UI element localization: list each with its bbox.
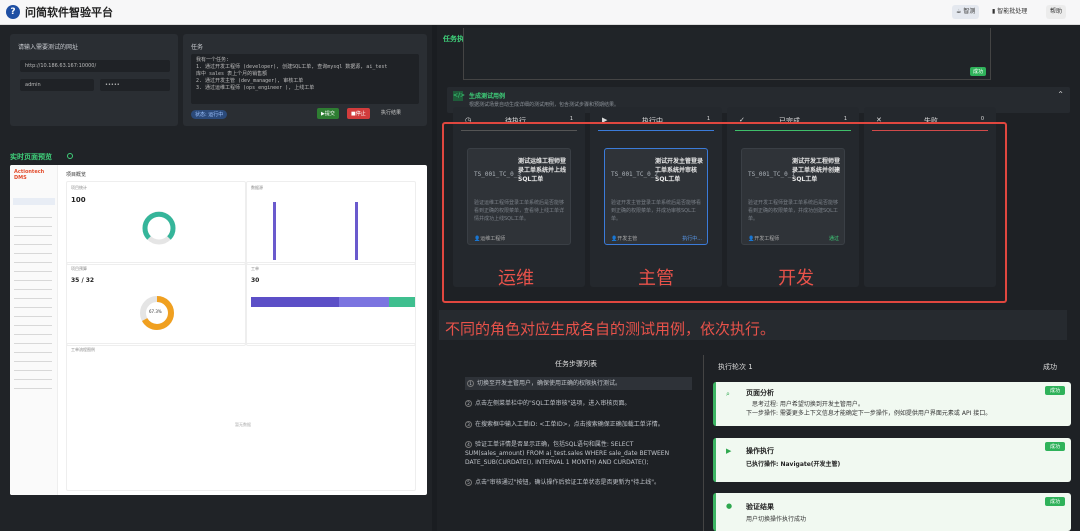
dms-card-ticket: 工单 30 [246, 262, 416, 346]
steps-title: 任务步骤列表 [555, 360, 597, 368]
result-card-verify: ● 验证结果 用户切换操作执行成功 成功 [713, 493, 1071, 531]
result-line: 下一步操作: 需要更多上下文信息才能确定下一步操作，例如提供用户界面元素或 AP… [746, 410, 992, 417]
search-icon: ⌕ [726, 390, 730, 398]
result-badge: 成功 [1044, 442, 1065, 451]
batch-label: 智能批处理 [997, 8, 1028, 15]
dms-brand: Actiontech DMS [14, 169, 45, 181]
play-icon: ▶ [726, 447, 732, 455]
result-title: 操作执行 [746, 447, 774, 455]
step-item[interactable]: 2 点击左侧菜单栏中的"SQL工单审核"选项，进入审核页面。 [465, 399, 692, 408]
dms-card-label: 项目预算 [71, 266, 87, 271]
round-title: 执行轮次 1 [718, 363, 753, 371]
task-label: 任务 [191, 44, 204, 51]
dms-menu-active[interactable] [13, 198, 55, 205]
dms-menu-list[interactable] [14, 211, 52, 391]
stack-bar-2 [339, 297, 389, 307]
donut-value: 67.3% [149, 309, 162, 314]
refresh-icon[interactable] [67, 153, 73, 159]
url-input[interactable]: http://10.186.63.167:10000/ [20, 60, 170, 72]
gauge-chart [142, 211, 176, 245]
result-card-action: ▶ 操作执行 已执行操作: Navigate(开发主管) 成功 [713, 438, 1071, 482]
help-label: 帮助 [1050, 8, 1063, 15]
task-line: 库中 sales 表上个月的销售额 [196, 71, 268, 77]
submit-button[interactable]: ▶提交 [317, 108, 339, 119]
step-number: 2 [465, 400, 472, 407]
test-icon: ☕ [956, 8, 962, 15]
step-item[interactable]: 4 验证工单详情是否显示正确，包括SQL语句和属性: SELECT SUM(sal… [465, 440, 692, 467]
app-logo-icon: ? [6, 5, 20, 19]
highlight-box [442, 122, 1007, 303]
step-number: 4 [465, 441, 472, 448]
task-card: 任务 我有一个任务: 1. 通过开发工程师 (developer), 创建SQL… [183, 34, 427, 126]
gen-title: 生成测试用例 [469, 93, 506, 100]
result-badge: 成功 [1044, 497, 1065, 506]
result-line: 已执行操作: Navigate(开发主管) [746, 461, 841, 468]
bar-mark [355, 202, 358, 260]
dms-card-budget: 项目预算 35 / 32 67.3% [66, 262, 246, 346]
result-line: 用户切换操作执行成功 [746, 516, 807, 523]
url-label: 请输入需要测试的网址 [18, 44, 79, 51]
smart-test-label: 智测 [963, 8, 976, 15]
result-title: 页面分析 [746, 389, 774, 397]
dms-card-label: 数据源 [251, 185, 263, 190]
step-text: 验证工单详情是否显示正确，包括SQL语句和属性: SELECT SUM(sale… [465, 441, 670, 466]
dms-card-flow: 工单流程图例 暂无数据 [66, 343, 416, 491]
bar-mark [273, 202, 276, 260]
task-line: 2. 通过开发主管 (dev_manager), 审核工单 [196, 78, 304, 84]
step-number: 1 [467, 380, 474, 387]
password-input[interactable]: ••••• [100, 79, 170, 91]
task-textarea[interactable]: 我有一个任务: 1. 通过开发工程师 (developer), 创建SQL工单,… [191, 54, 419, 104]
step-item[interactable]: 1 切换至开发主管用户，确保使用正确的权限执行测试。 [465, 377, 692, 390]
divider [703, 355, 704, 531]
step-item[interactable]: 3 在搜索框中输入工单ID: <工单ID>，点击搜索确保正确加载工单详情。 [465, 420, 692, 429]
result-card-analysis: ⌕ 页面分析 思考过程: 用户希望切换到开发主管用户。 下一步操作: 需要更多上… [713, 382, 1071, 426]
url-card: 请输入需要测试的网址 http://10.186.63.167:10000/ a… [10, 34, 178, 126]
dms-sidebar: Actiontech DMS [10, 165, 58, 495]
task-line: 3. 通过运维工程师 (ops_engineer ), 上线工单 [196, 85, 315, 91]
live-preview: Actiontech DMS 项目概览 项目统计 100 数据源 项目预算 35… [10, 165, 427, 495]
status-badge: 状态: 运行中 [191, 110, 228, 119]
result-badge: 成功 [1044, 386, 1065, 395]
preview-title: 实时页面预览 [10, 153, 52, 161]
prev-step-box: 成功 [463, 28, 991, 80]
username-input[interactable]: admin [20, 79, 94, 91]
dms-card-value: 30 [251, 277, 260, 284]
result-line: 思考过程: 用户希望切换到开发主管用户。 [752, 401, 864, 408]
dms-card-datasource: 数据源 [246, 181, 416, 265]
stack-bar-3 [389, 297, 415, 307]
chevron-up-icon[interactable]: ⌃ [1057, 90, 1064, 99]
code-icon: </> [453, 91, 466, 101]
dms-card-label: 工单流程图例 [71, 347, 95, 352]
batch-button[interactable]: ▮ 智能批处理 [988, 5, 1031, 19]
step-text: 在搜索框中输入工单ID: <工单ID>，点击搜索确保正确加载工单详情。 [475, 421, 664, 428]
empty-text: 暂无数据 [235, 422, 251, 427]
smart-test-button[interactable]: ☕ 智测 [952, 5, 980, 19]
dms-card-label: 项目统计 [71, 185, 87, 190]
step-text: 点击左侧菜单栏中的"SQL工单审核"选项，进入审核页面。 [475, 400, 631, 407]
dms-card-value: 35 / 32 [71, 277, 95, 284]
check-circle-icon: ● [726, 502, 733, 510]
dms-header: 项目概览 [66, 172, 87, 178]
round-status: 成功 [1043, 363, 1057, 371]
dms-card-project: 项目统计 100 [66, 181, 246, 265]
step-item[interactable]: 5 点击"审核通过"按钮，确认操作后验证工单状态是否更新为"待上线"。 [465, 478, 692, 487]
success-tag: 成功 [969, 67, 986, 76]
stack-bar-1 [251, 297, 339, 307]
step-number: 5 [465, 479, 472, 486]
dms-card-value: 100 [71, 196, 86, 204]
exec-result-button[interactable]: 执行结果 [381, 109, 401, 116]
step-number: 3 [465, 421, 472, 428]
top-bar: ? 问简软件智验平台 ☕ 智测 ▮ 智能批处理 帮助 [0, 0, 1080, 25]
task-line: 1. 通过开发工程师 (developer), 创建SQL工单, 查询mysql… [196, 64, 388, 70]
result-title: 验证结果 [746, 503, 774, 511]
annotation-text: 不同的角色对应生成各自的测试用例，依次执行。 [445, 320, 776, 338]
app-title: 问简软件智验平台 [25, 6, 113, 19]
dms-card-label: 工单 [251, 266, 259, 271]
chart-icon: ▮ [992, 8, 996, 15]
step-text: 点击"审核通过"按钮，确认操作后验证工单状态是否更新为"待上线"。 [475, 479, 661, 486]
help-button[interactable]: 帮助 [1046, 5, 1067, 19]
task-line: 我有一个任务: [196, 57, 230, 63]
step-text: 切换至开发主管用户，确保使用正确的权限执行测试。 [477, 380, 622, 387]
stop-button[interactable]: ■停止 [347, 108, 370, 119]
